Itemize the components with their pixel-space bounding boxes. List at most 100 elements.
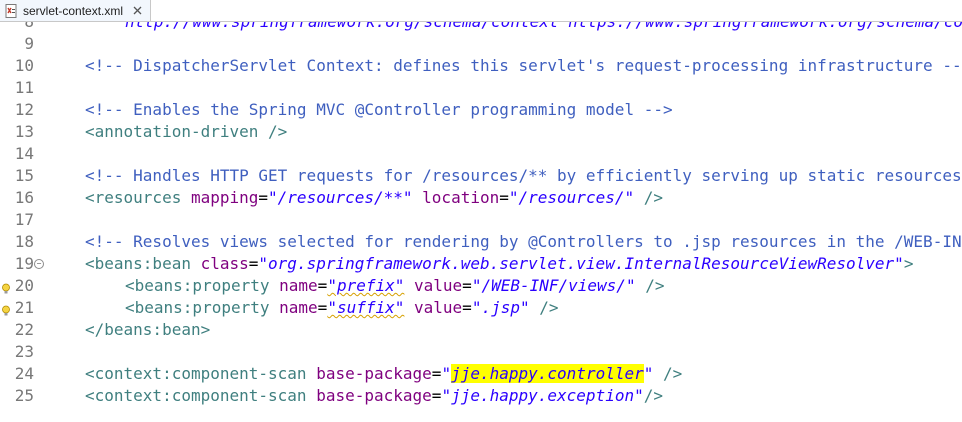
xml-attr-value: "/WEB-INF/views/" xyxy=(471,276,636,295)
line-number: 12 xyxy=(14,100,34,119)
code-line: 15 <!-- Handles HTTP GET requests for /r… xyxy=(0,165,962,187)
line-number: 16 xyxy=(14,188,34,207)
line-number: 9 xyxy=(24,34,34,53)
line-gutter: 22 xyxy=(0,319,52,341)
xml-equals: = xyxy=(431,386,442,405)
xml-tag-open: <context:component-scan xyxy=(85,364,307,383)
line-gutter: 25 xyxy=(0,385,52,407)
xml-tag-end: > xyxy=(903,254,914,273)
line-gutter: 15 xyxy=(0,165,52,187)
line-gutter: 12 xyxy=(0,99,52,121)
editor-tab-bar: servlet-context.xml xyxy=(0,0,962,22)
xml-file-icon xyxy=(4,3,18,18)
xml-comment: <!-- Resolves views selected for renderi… xyxy=(85,232,962,251)
line-gutter: 8 xyxy=(0,22,52,33)
code-line: 19− <beans:bean class="org.springframewo… xyxy=(0,253,962,275)
xml-attr-name: base-package xyxy=(306,364,432,383)
line-gutter: 18 xyxy=(0,231,52,253)
xml-attr-quote: " xyxy=(643,364,654,383)
tab-servlet-context[interactable]: servlet-context.xml xyxy=(0,0,151,21)
line-number: 25 xyxy=(14,386,34,405)
xml-tag-end: /> xyxy=(653,364,683,383)
xml-attr-value: "prefix" xyxy=(327,276,405,295)
line-number: 23 xyxy=(14,342,34,361)
line-number: 11 xyxy=(14,78,34,97)
line-gutter: 19− xyxy=(0,253,52,275)
xml-tag-end: /> xyxy=(529,298,559,317)
xml-tag-end: /> xyxy=(634,188,664,207)
xml-attr-name: mapping xyxy=(181,188,259,207)
xml-tag-end: /> xyxy=(635,276,665,295)
line-gutter: 17 xyxy=(0,209,52,231)
xml-attr-name: base-package xyxy=(306,386,432,405)
schema-url: http://www.springframework.org/schema/co… xyxy=(125,22,962,33)
code-line: 25 <context:component-scan base-package=… xyxy=(0,385,962,407)
line-gutter: 24 xyxy=(0,363,52,385)
highlighted-package-value: jje.happy.controller xyxy=(451,364,644,383)
line-number: 21 xyxy=(14,298,34,317)
line-number: 14 xyxy=(14,144,34,163)
line-number: 19 xyxy=(14,254,34,273)
code-line: 16 <resources mapping="/resources/**" lo… xyxy=(0,187,962,209)
xml-element: <beans:bean class="org.springframework.w… xyxy=(85,253,913,275)
xml-attr-name: value xyxy=(404,276,463,295)
xml-equals: = xyxy=(462,276,472,295)
code-line: 18 <!-- Resolves views selected for rend… xyxy=(0,231,962,253)
line-gutter: 14 xyxy=(0,143,52,165)
xml-attr-value: "org.springframework.web.servlet.view.In… xyxy=(258,254,904,273)
code-editor[interactable]: 8 http://www.springframework.org/schema/… xyxy=(0,22,962,422)
warning-bulb-icon[interactable] xyxy=(1,302,11,316)
xml-attr-name: name xyxy=(269,298,318,317)
line-gutter: 9 xyxy=(0,33,52,55)
xml-element: <beans:property name="prefix" value="/WE… xyxy=(125,275,664,297)
xml-attr-value: "/resources/" xyxy=(508,188,635,207)
warning-bulb-icon[interactable] xyxy=(1,280,11,294)
xml-element: <context:component-scan base-package="jj… xyxy=(85,363,682,385)
line-number: 18 xyxy=(14,232,34,251)
code-line: 20 <beans:property name="prefix" value="… xyxy=(0,275,962,297)
xml-element: <context:component-scan base-package="jj… xyxy=(85,385,663,407)
xml-equals: = xyxy=(258,188,269,207)
code-line: 22 </beans:bean> xyxy=(0,319,962,341)
line-number: 8 xyxy=(24,22,34,33)
xml-attr-value: ".jsp" xyxy=(471,298,530,317)
line-gutter: 13 xyxy=(0,121,52,143)
xml-tag: <annotation-driven /> xyxy=(85,122,288,141)
xml-attr-value: "suffix" xyxy=(327,298,405,317)
xml-comment: <!-- Enables the Spring MVC @Controller … xyxy=(85,100,673,119)
xml-tag-open: <context:component-scan xyxy=(85,386,307,405)
code-line: 12 <!-- Enables the Spring MVC @Controll… xyxy=(0,99,962,121)
line-gutter: 23 xyxy=(0,341,52,363)
line-gutter: 20 xyxy=(0,275,52,297)
line-number: 13 xyxy=(14,122,34,141)
xml-attr-quote: " xyxy=(441,364,452,383)
line-gutter: 16 xyxy=(0,187,52,209)
xml-attr-value: "/resources/**" xyxy=(268,188,413,207)
line-gutter: 10 xyxy=(0,55,52,77)
code-line: 21 <beans:property name="suffix" value="… xyxy=(0,297,962,319)
collapse-icon[interactable]: − xyxy=(34,259,44,269)
tab-label: servlet-context.xml xyxy=(23,3,124,18)
close-icon[interactable] xyxy=(131,5,143,17)
xml-tag-close: </beans:bean> xyxy=(85,320,211,339)
xml-attr-name: value xyxy=(404,298,463,317)
xml-equals: = xyxy=(462,298,472,317)
code-line: 17 xyxy=(0,209,962,231)
line-number: 15 xyxy=(14,166,34,185)
xml-equals: = xyxy=(431,364,442,383)
xml-comment: <!-- Handles HTTP GET requests for /reso… xyxy=(85,166,962,185)
xml-tag-open: <resources xyxy=(85,188,182,207)
code-line: 11 xyxy=(0,77,962,99)
xml-attr-name: class xyxy=(190,254,249,273)
code-line: 8 http://www.springframework.org/schema/… xyxy=(0,22,962,33)
code-line: 23 xyxy=(0,341,962,363)
line-number: 10 xyxy=(14,56,34,75)
xml-tag-open: <beans:property xyxy=(125,298,270,317)
code-line: 14 xyxy=(0,143,962,165)
xml-comment: <!-- DispatcherServlet Context: defines … xyxy=(85,56,962,75)
xml-attr-value: "jje.happy.exception" xyxy=(441,386,644,405)
line-gutter: 11 xyxy=(0,77,52,99)
code-line: 9 xyxy=(0,33,962,55)
xml-tag-open: <beans:bean xyxy=(85,254,191,273)
code-line: 10 <!-- DispatcherServlet Context: defin… xyxy=(0,55,962,77)
